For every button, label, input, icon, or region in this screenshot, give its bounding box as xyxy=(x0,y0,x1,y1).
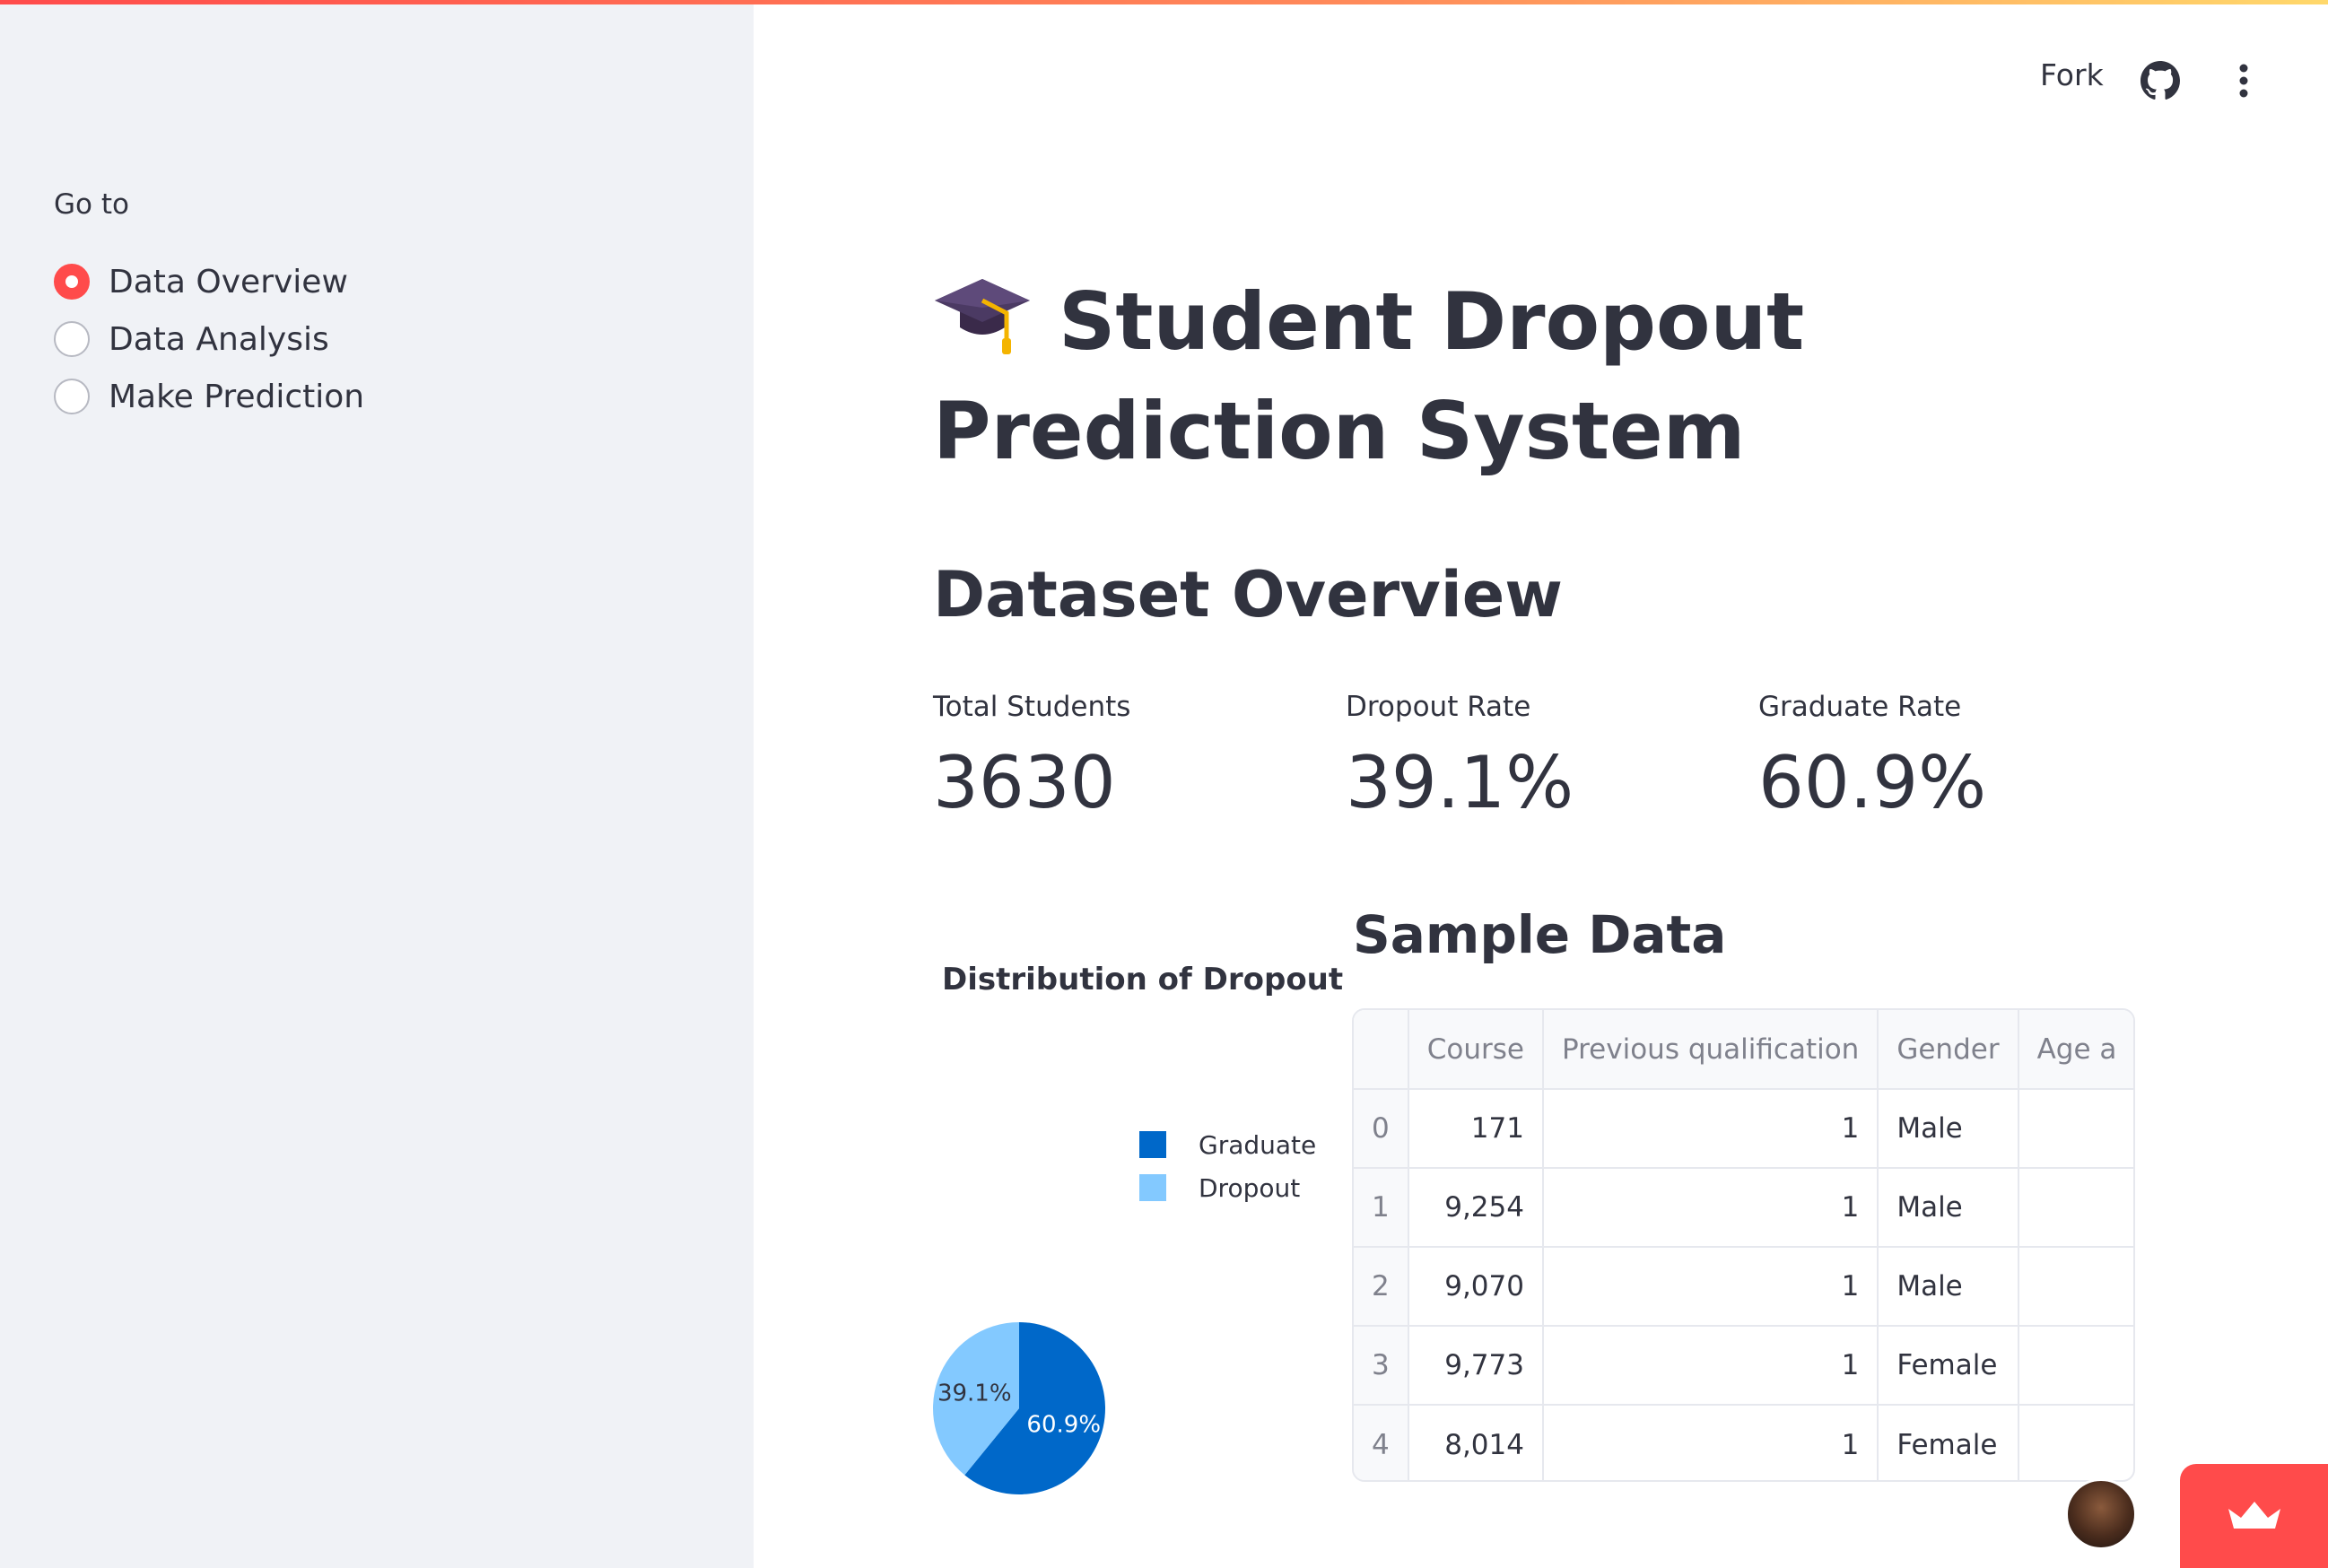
legend-item-graduate: Graduate xyxy=(1139,1123,1316,1166)
table-cell[interactable]: 9,254 xyxy=(1408,1168,1544,1248)
table-cell[interactable]: Female xyxy=(1878,1326,2019,1406)
column-header-index[interactable] xyxy=(1354,1010,1409,1090)
metric-value: 3630 xyxy=(933,741,1116,824)
metric-dropout-rate: Dropout Rate 39.1% xyxy=(1346,691,1574,824)
table-cell[interactable]: 8,014 xyxy=(1408,1405,1544,1480)
radio-unchecked-icon[interactable] xyxy=(54,379,90,414)
table-row: 1 9,254 1 Male xyxy=(1354,1168,2133,1248)
table-cell[interactable]: 1 xyxy=(1542,1168,1879,1248)
dataset-overview-heading: Dataset Overview xyxy=(933,558,1563,632)
table-cell[interactable] xyxy=(2018,1247,2133,1327)
table-cell[interactable] xyxy=(2018,1168,2133,1248)
legend-swatch-graduate xyxy=(1139,1131,1166,1158)
radio-option-make-prediction[interactable]: Make Prediction xyxy=(54,368,364,425)
metric-label: Graduate Rate xyxy=(1758,691,1962,723)
table-cell-index[interactable]: 1 xyxy=(1354,1168,1409,1248)
metric-graduate-rate: Graduate Rate 60.9% xyxy=(1758,691,1986,824)
user-avatar[interactable] xyxy=(2065,1478,2137,1550)
table-cell[interactable]: 1 xyxy=(1542,1247,1879,1327)
column-header-course[interactable]: Course xyxy=(1408,1010,1544,1090)
pie-label-dropout: 39.1% xyxy=(937,1380,1012,1407)
table-cell[interactable] xyxy=(2018,1089,2133,1169)
sample-data-heading: Sample Data xyxy=(1353,904,1727,965)
column-header-gender[interactable]: Gender xyxy=(1878,1010,2019,1090)
table-cell[interactable]: 1 xyxy=(1542,1326,1879,1406)
table-cell-index[interactable]: 0 xyxy=(1354,1089,1409,1169)
sidebar: Go to Data Overview Data Analysis Make P… xyxy=(0,0,754,1568)
radio-option-data-overview[interactable]: Data Overview xyxy=(54,253,364,310)
table-row: 3 9,773 1 Female xyxy=(1354,1326,2133,1406)
radio-checked-icon[interactable] xyxy=(54,264,90,300)
legend-label: Dropout xyxy=(1199,1172,1301,1203)
pie-chart: 60.9% 39.1% xyxy=(933,1322,1105,1494)
top-decoration-stripe xyxy=(0,0,2328,4)
sample-data-table[interactable]: Course Previous qualification Gender Age… xyxy=(1352,1008,2135,1482)
column-header-age[interactable]: Age a xyxy=(2018,1010,2133,1090)
metric-value: 60.9% xyxy=(1758,741,1987,824)
table-row: 2 9,070 1 Male xyxy=(1354,1247,2133,1327)
column-header-previous-qualification[interactable]: Previous qualification xyxy=(1542,1010,1879,1090)
table-cell[interactable]: 1 xyxy=(1542,1405,1879,1480)
table-cell[interactable]: 9,773 xyxy=(1408,1326,1544,1406)
table-cell-index[interactable]: 4 xyxy=(1354,1405,1409,1480)
metric-value: 39.1% xyxy=(1346,741,1574,824)
radio-unchecked-icon[interactable] xyxy=(54,321,90,357)
legend-item-dropout: Dropout xyxy=(1139,1166,1316,1209)
table-cell-index[interactable]: 3 xyxy=(1354,1326,1409,1406)
more-vertical-icon[interactable] xyxy=(2230,63,2257,99)
table-row: 4 8,014 1 Female xyxy=(1354,1405,2133,1480)
crown-icon xyxy=(2228,1502,2280,1529)
chart-legend: Graduate Dropout xyxy=(1139,1123,1316,1209)
radio-option-data-analysis[interactable]: Data Analysis xyxy=(54,310,364,368)
radio-label: Make Prediction xyxy=(109,378,365,415)
metric-label: Dropout Rate xyxy=(1346,691,1531,723)
metric-label: Total Students xyxy=(933,691,1131,723)
sidebar-goto-label: Go to xyxy=(54,188,129,221)
pie-label-graduate: 60.9% xyxy=(1026,1412,1101,1439)
github-icon[interactable] xyxy=(2141,61,2180,100)
streamlit-badge-button[interactable] xyxy=(2180,1464,2328,1568)
graduation-cap-icon xyxy=(935,279,1030,354)
table-cell[interactable]: Female xyxy=(1878,1405,2019,1480)
table-cell[interactable] xyxy=(2018,1326,2133,1406)
table-cell[interactable]: Male xyxy=(1878,1247,2019,1327)
table-cell[interactable]: Male xyxy=(1878,1168,2019,1248)
page-title: Student Dropout Prediction System xyxy=(933,267,1920,486)
table-cell[interactable]: 171 xyxy=(1408,1089,1544,1169)
legend-label: Graduate xyxy=(1199,1129,1317,1160)
table-cell[interactable]: Male xyxy=(1878,1089,2019,1169)
navigation-radio-group: Data Overview Data Analysis Make Predict… xyxy=(54,253,364,425)
table-header-row: Course Previous qualification Gender Age… xyxy=(1354,1010,2133,1090)
fork-button[interactable]: Fork xyxy=(2040,57,2104,92)
radio-label: Data Overview xyxy=(109,263,348,301)
legend-swatch-dropout xyxy=(1139,1174,1166,1201)
radio-label: Data Analysis xyxy=(109,320,329,358)
metric-total-students: Total Students 3630 xyxy=(933,691,1130,824)
table-cell[interactable]: 9,070 xyxy=(1408,1247,1544,1327)
table-cell[interactable] xyxy=(2018,1405,2133,1480)
table-row: 0 171 1 Male xyxy=(1354,1089,2133,1169)
table-cell-index[interactable]: 2 xyxy=(1354,1247,1409,1327)
chart-title: Distribution of Dropout xyxy=(942,962,1344,997)
page-title-text: Student Dropout Prediction System xyxy=(933,275,1805,477)
table-cell[interactable]: 1 xyxy=(1542,1089,1879,1169)
